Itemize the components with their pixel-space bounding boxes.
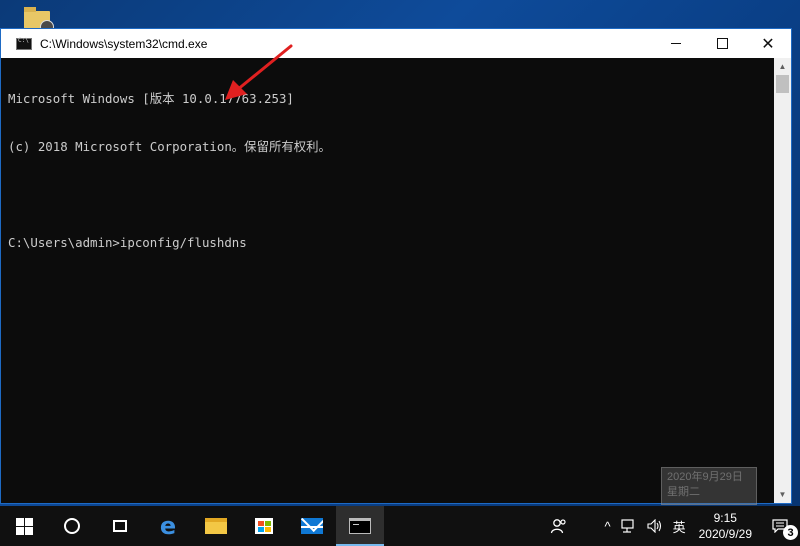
- edge-icon: e: [159, 512, 177, 540]
- store-taskbar-button[interactable]: [240, 506, 288, 546]
- clock-date: 2020/9/29: [698, 527, 752, 541]
- task-view-icon: [113, 520, 127, 532]
- network-icon: [620, 519, 634, 533]
- taskbar: e ^ 英 9:15 2020/9/29 3: [0, 506, 800, 546]
- annotation-arrow-icon: [225, 44, 293, 100]
- volume-button[interactable]: [642, 506, 668, 546]
- file-explorer-taskbar-button[interactable]: [192, 506, 240, 546]
- ghost-weekday-line: 星期二: [667, 486, 700, 498]
- ghost-date-line: 2020年9月29日: [667, 471, 743, 483]
- ime-indicator: 英: [672, 519, 686, 535]
- scroll-down-arrow-icon[interactable]: ▼: [774, 486, 791, 503]
- console-line: Microsoft Windows [版本 10.0.17763.253]: [8, 91, 294, 106]
- store-icon: [255, 518, 273, 534]
- search-icon: [64, 518, 80, 534]
- volume-icon: [647, 519, 661, 533]
- clock-time: 9:15: [713, 511, 737, 525]
- show-hidden-icons-button[interactable]: ^: [599, 506, 615, 546]
- command-prompt-taskbar-button[interactable]: [336, 506, 384, 546]
- maximize-button[interactable]: [699, 29, 745, 58]
- console-line: (c) 2018 Microsoft Corporation。保留所有权利。: [8, 139, 331, 154]
- cmd-window[interactable]: C:\Windows\system32\cmd.exe ✕ Microsoft …: [0, 28, 792, 504]
- clock[interactable]: 9:15 2020/9/29: [691, 510, 760, 542]
- close-icon: ✕: [761, 35, 775, 53]
- windows-logo-icon: [15, 517, 33, 535]
- file-explorer-icon: [205, 518, 227, 534]
- task-view-button[interactable]: [96, 506, 144, 546]
- ghost-date-tooltip: 2020年9月29日 星期二: [661, 467, 757, 505]
- start-button[interactable]: [0, 506, 48, 546]
- mail-taskbar-button[interactable]: [288, 506, 336, 546]
- input-method-button[interactable]: 英: [668, 506, 691, 546]
- console-output[interactable]: Microsoft Windows [版本 10.0.17763.253] (c…: [1, 58, 776, 503]
- cmd-app-icon[interactable]: [16, 37, 32, 50]
- minimize-button[interactable]: [653, 29, 699, 58]
- minimize-icon: [671, 43, 681, 44]
- close-button[interactable]: ✕: [745, 29, 791, 58]
- people-button[interactable]: [545, 506, 573, 546]
- maximize-icon: [716, 38, 728, 49]
- notification-count-badge: 3: [783, 525, 798, 540]
- action-center-button[interactable]: 3: [760, 506, 800, 546]
- edge-taskbar-button[interactable]: e: [144, 506, 192, 546]
- network-button[interactable]: [616, 506, 642, 546]
- window-controls: ✕: [653, 29, 791, 58]
- tray-spacer: [573, 506, 599, 546]
- vertical-scrollbar[interactable]: ▲ ▼: [774, 58, 791, 503]
- mail-icon: [301, 518, 323, 534]
- scrollbar-thumb[interactable]: [776, 75, 789, 93]
- command-prompt-icon: [349, 518, 371, 534]
- system-tray: ^ 英 9:15 2020/9/29 3: [545, 506, 800, 546]
- search-button[interactable]: [48, 506, 96, 546]
- console-command-line[interactable]: C:\Users\admin>ipconfig/flushdns: [8, 235, 776, 251]
- scroll-up-arrow-icon[interactable]: ▲: [774, 58, 791, 75]
- window-title: C:\Windows\system32\cmd.exe: [40, 36, 208, 51]
- title-bar[interactable]: C:\Windows\system32\cmd.exe ✕: [1, 29, 791, 58]
- people-icon: [551, 519, 567, 534]
- chevron-up-icon: ^: [604, 518, 611, 534]
